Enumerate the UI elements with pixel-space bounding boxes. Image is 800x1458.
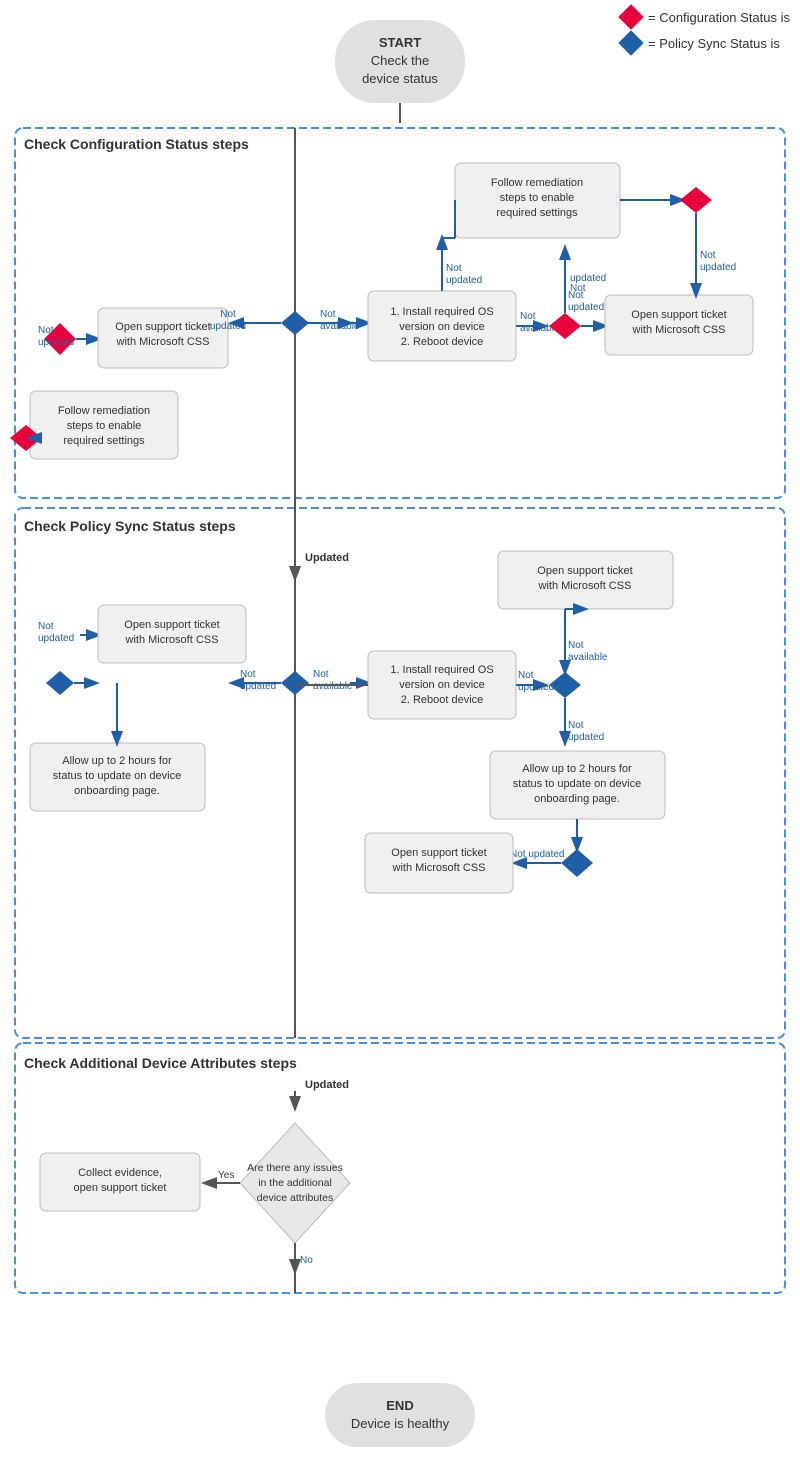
svg-text:Allow up to 2 hours for: Allow up to 2 hours for: [62, 755, 172, 767]
config-diamond-center: [281, 311, 309, 335]
config-diamond-top-right: [680, 187, 712, 213]
svg-text:onboarding page.: onboarding page.: [74, 785, 160, 797]
policy-diamond-left: [46, 671, 74, 695]
end-area: END Device is healthy: [10, 1383, 790, 1447]
svg-text:Updated: Updated: [305, 1079, 349, 1091]
svg-text:available: available: [313, 681, 353, 692]
svg-text:steps to enable: steps to enable: [500, 192, 575, 204]
svg-text:Updated: Updated: [305, 552, 349, 564]
svg-text:required settings: required settings: [63, 435, 145, 447]
svg-text:available: available: [568, 652, 608, 663]
svg-text:No: No: [300, 1255, 313, 1266]
start-connector: [399, 103, 401, 123]
svg-text:updated: updated: [568, 732, 604, 743]
svg-text:Not: Not: [240, 669, 256, 680]
svg-text:Not: Not: [38, 621, 54, 632]
svg-text:steps to enable: steps to enable: [67, 420, 142, 432]
policy-diamond-bottom-right: [561, 849, 593, 877]
svg-text:version on device: version on device: [399, 679, 485, 691]
svg-text:updated: updated: [38, 633, 74, 644]
svg-text:version on device: version on device: [399, 321, 485, 333]
svg-text:with Microsoft CSS: with Microsoft CSS: [538, 580, 632, 592]
svg-text:2. Reboot device: 2. Reboot device: [401, 694, 484, 706]
legend-policy-label: = Policy Sync Status is: [648, 36, 780, 51]
config-diamond-right: [549, 313, 581, 339]
svg-text:device attributes: device attributes: [257, 1192, 333, 1204]
svg-text:Not: Not: [570, 283, 586, 294]
svg-text:Open support ticket: Open support ticket: [537, 565, 632, 577]
svg-text:Not: Not: [220, 309, 236, 320]
svg-text:with Microsoft CSS: with Microsoft CSS: [632, 324, 726, 336]
svg-text:Open support ticket: Open support ticket: [391, 847, 486, 859]
svg-text:Open support ticket: Open support ticket: [124, 619, 219, 631]
svg-text:updated: updated: [38, 337, 74, 348]
svg-text:with Microsoft CSS: with Microsoft CSS: [116, 336, 210, 348]
policy-diamond-center: [281, 671, 309, 695]
svg-text:Not: Not: [568, 720, 584, 731]
svg-text:updated: updated: [518, 682, 554, 693]
svg-text:Follow remediation: Follow remediation: [491, 177, 583, 189]
flowchart-svg: Check Configuration Status steps Not upd…: [10, 123, 790, 1423]
legend-config-label: = Configuration Status is: [648, 10, 790, 25]
svg-text:open support ticket: open support ticket: [74, 1182, 167, 1194]
svg-text:required settings: required settings: [496, 207, 578, 219]
svg-text:in the additional: in the additional: [258, 1177, 332, 1189]
start-subtitle: Check the device status: [362, 53, 438, 86]
end-node: END Device is healthy: [325, 1383, 475, 1447]
end-title: END: [386, 1398, 413, 1413]
svg-text:Not: Not: [320, 309, 336, 320]
svg-text:Not: Not: [568, 640, 584, 651]
blue-diamond-icon: [618, 30, 643, 55]
diagram-container: = Configuration Status is = Policy Sync …: [0, 0, 800, 1457]
svg-text:Allow up to 2 hours for: Allow up to 2 hours for: [522, 763, 632, 775]
svg-text:updated: updated: [570, 273, 606, 284]
svg-text:Are there any issues: Are there any issues: [247, 1162, 343, 1174]
policy-diamond-right: [549, 672, 581, 698]
svg-text:Check Policy Sync Status steps: Check Policy Sync Status steps: [24, 518, 236, 534]
start-title: START: [379, 35, 421, 50]
svg-text:status to update on device: status to update on device: [53, 770, 181, 782]
svg-text:with Microsoft CSS: with Microsoft CSS: [392, 862, 486, 874]
svg-text:Not: Not: [446, 263, 462, 274]
svg-text:Not: Not: [520, 311, 536, 322]
svg-text:Follow remediation: Follow remediation: [58, 405, 150, 417]
red-diamond-icon: [618, 4, 643, 29]
svg-text:updated: updated: [446, 275, 482, 286]
svg-text:Yes: Yes: [218, 1170, 234, 1181]
legend: = Configuration Status is = Policy Sync …: [622, 8, 790, 52]
config-section-title: Check Configuration Status steps: [24, 136, 249, 152]
svg-text:updated: updated: [240, 681, 276, 692]
svg-text:Not updated: Not updated: [510, 849, 565, 860]
legend-policy: = Policy Sync Status is: [622, 34, 790, 52]
svg-text:with Microsoft CSS: with Microsoft CSS: [125, 634, 219, 646]
svg-text:2. Reboot device: 2. Reboot device: [401, 336, 484, 348]
svg-text:onboarding page.: onboarding page.: [534, 793, 620, 805]
svg-text:status to update on device: status to update on device: [513, 778, 641, 790]
svg-text:1. Install required OS: 1. Install required OS: [390, 306, 493, 318]
start-node: START Check the device status: [335, 20, 465, 103]
svg-text:Collect evidence,: Collect evidence,: [78, 1167, 162, 1179]
end-subtitle: Device is healthy: [351, 1416, 449, 1431]
legend-config: = Configuration Status is: [622, 8, 790, 26]
svg-text:Check Additional Device Attrib: Check Additional Device Attributes steps: [24, 1055, 297, 1071]
svg-text:Not: Not: [518, 670, 534, 681]
svg-text:updated: updated: [568, 302, 604, 313]
svg-text:1. Install required OS: 1. Install required OS: [390, 664, 493, 676]
svg-text:Not: Not: [38, 325, 54, 336]
svg-text:Not: Not: [700, 250, 716, 261]
svg-text:updated: updated: [700, 262, 736, 273]
svg-text:Open support ticket: Open support ticket: [115, 321, 210, 333]
svg-text:Not: Not: [313, 669, 329, 680]
svg-text:Open support ticket: Open support ticket: [631, 309, 726, 321]
